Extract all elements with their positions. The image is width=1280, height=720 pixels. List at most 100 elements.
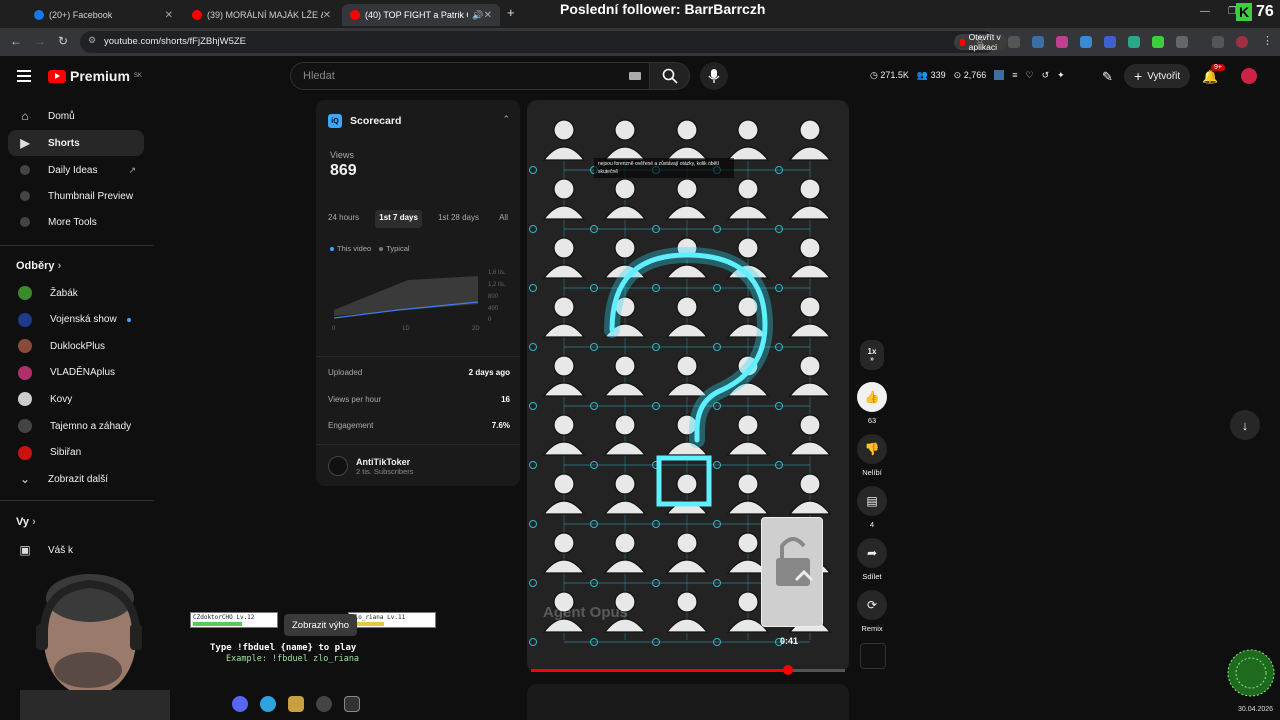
legend-dot <box>379 247 384 252</box>
create-label: Vytvořit <box>1147 70 1181 82</box>
next-short-preview[interactable] <box>527 684 849 720</box>
comments-button[interactable]: ▤ 4 <box>856 486 888 529</box>
address-bar[interactable]: ⚙ youtube.com/shorts/fFjZBhjW5ZE Otevřít… <box>80 31 1008 53</box>
new-tab-button[interactable]: + <box>507 5 515 20</box>
progress-scrubber[interactable] <box>783 665 794 675</box>
url-text[interactable]: youtube.com/shorts/fFjZBhjW5ZE <box>104 36 246 47</box>
tab-1st-7-days[interactable]: 1st 7 days <box>375 210 422 228</box>
sidebar-item-thumbnail-preview[interactable]: Thumbnail Preview <box>8 183 144 209</box>
search-button[interactable] <box>650 62 690 90</box>
you-header[interactable]: Vy › <box>16 516 36 528</box>
sidebar-channel-item[interactable]: Kovy <box>8 386 144 412</box>
video-progress-bar[interactable] <box>531 669 845 672</box>
dislike-button[interactable]: 👎 Nelíbí <box>856 434 888 477</box>
close-tab-icon[interactable]: ✕ <box>323 10 331 21</box>
extension-icon[interactable] <box>1056 36 1068 48</box>
tab-moralni-majak[interactable]: (39) MORÁLNÍ MAJÁK LŽE & Z/ ✕ <box>184 4 339 26</box>
sidebar-channel-item[interactable]: Sibiřan <box>8 440 144 466</box>
sidebar-channel-item[interactable]: Tajemno a záhady <box>8 413 144 439</box>
voice-search-button[interactable] <box>700 62 728 90</box>
lightbulb-icon[interactable]: ♡ <box>1025 70 1033 81</box>
extensions-puzzle-icon[interactable] <box>1176 36 1188 48</box>
bookmark-star-icon[interactable]: ☆ <box>975 34 985 47</box>
notifications-button[interactable]: 🔔 9+ <box>1202 64 1225 86</box>
menu-icon[interactable] <box>17 70 31 82</box>
vidiq-icon[interactable] <box>994 70 1005 80</box>
sidebar-channel-item[interactable]: VLADĚNAplus <box>8 360 144 386</box>
remix-button[interactable]: ⟳ Remix <box>856 590 888 633</box>
sidebar-item-label: Tajemno a záhady <box>50 420 132 432</box>
reload-icon[interactable]: ↻ <box>58 34 68 48</box>
kick-extension-icon[interactable] <box>1152 36 1164 48</box>
scorecard-header[interactable]: iQ Scorecard <box>328 114 401 128</box>
like-button[interactable]: 👍 63 <box>856 382 888 425</box>
create-video-icon[interactable]: ✎ <box>1102 69 1113 85</box>
sidebar-channel-item[interactable]: DuklockPlus <box>8 333 144 359</box>
tab-facebook[interactable]: (20+) Facebook ✕ <box>26 4 181 26</box>
sparkle-icon[interactable]: ✦ <box>1057 70 1065 81</box>
extension-icon[interactable] <box>1008 36 1020 48</box>
home-icon: ⌂ <box>21 109 29 123</box>
sidebar-item-label: Kovy <box>50 393 73 405</box>
tab-all[interactable]: All <box>495 210 512 228</box>
vidiq-icon: iQ <box>328 114 342 128</box>
youtube-premium-logo[interactable]: Premium SK <box>48 68 142 84</box>
tab-1st-28-days[interactable]: 1st 28 days <box>434 210 483 228</box>
edge-icon[interactable] <box>260 696 276 712</box>
tab-top-fight[interactable]: (40) TOP FIGHT a Patrik Go 🔊 ✕ <box>342 4 500 26</box>
scorecard-channel[interactable]: AntiTikToker 2 tis. Subscribers <box>328 456 414 476</box>
tab-24-hours[interactable]: 24 hours <box>324 210 363 228</box>
chevron-up-icon[interactable]: ⌃ <box>502 114 510 125</box>
account-avatar[interactable] <box>1241 68 1257 84</box>
more-menu-icon[interactable]: ⋮ <box>1262 34 1273 47</box>
views-value: 869 <box>330 162 357 179</box>
silhouette-head <box>799 178 821 200</box>
back-icon[interactable]: ← <box>10 34 22 48</box>
audio-playing-icon[interactable]: 🔊 <box>472 10 483 21</box>
search-input[interactable]: Hledat <box>290 62 650 90</box>
sidebar-channel-item[interactable]: Vojenská show <box>8 307 144 333</box>
extension-icon[interactable] <box>1080 36 1092 48</box>
reading-list-icon[interactable] <box>1212 36 1224 48</box>
channel-avatar <box>18 392 32 407</box>
list-icon[interactable]: ≡ <box>1012 70 1017 81</box>
sidebar-item-home[interactable]: ⌂ Domů <box>8 103 144 129</box>
sidebar-channel-item[interactable]: Žabák <box>8 280 144 306</box>
you-header-label: Vy <box>16 516 30 528</box>
extension-icon[interactable] <box>1032 36 1044 48</box>
folder-icon[interactable] <box>288 696 304 712</box>
forward-icon[interactable]: → <box>34 34 46 48</box>
sidebar-item-shorts[interactable]: ▶ Shorts <box>8 130 144 156</box>
progress-fill <box>531 669 789 672</box>
views-stat-value: 271.5K <box>880 70 909 80</box>
sidebar-item-daily-ideas[interactable]: Daily Ideas ↗ <box>8 157 144 183</box>
obs-icon[interactable] <box>316 696 332 712</box>
vidiq-tool-icon <box>20 165 30 175</box>
channel-thumbnail[interactable] <box>860 643 886 669</box>
extension-icon[interactable] <box>1104 36 1116 48</box>
next-short-button[interactable]: ↓ <box>1230 410 1260 440</box>
share-icon: ➦ <box>857 538 887 568</box>
silhouette-head <box>676 591 698 613</box>
stream-last-follower: Poslední follower: BarrBarrczh <box>560 1 766 17</box>
site-info-icon[interactable]: ⚙ <box>88 35 96 46</box>
share-button[interactable]: ➦ Sdílet <box>856 538 888 581</box>
keyboard-icon[interactable] <box>629 72 641 80</box>
app-icon[interactable] <box>344 696 360 712</box>
create-button[interactable]: + Vytvořit <box>1124 64 1191 88</box>
refresh-icon[interactable]: ↺ <box>1042 70 1050 81</box>
close-tab-icon[interactable]: ✕ <box>165 10 173 21</box>
discord-icon[interactable] <box>232 696 248 712</box>
subscriptions-header[interactable]: Odběry › <box>16 260 61 272</box>
y-tick-label: 800 <box>488 294 499 300</box>
sidebar-show-more[interactable]: ⌄ Zobrazit další <box>8 466 144 492</box>
sidebar-item-more-tools[interactable]: More Tools <box>8 209 144 235</box>
playback-speed-button[interactable]: 1x » <box>860 340 884 370</box>
profile-avatar[interactable] <box>1236 36 1248 48</box>
hover-tooltip: Zobrazit výho <box>284 614 358 636</box>
close-tab-icon[interactable]: ✕ <box>484 10 492 21</box>
silhouette-body <box>542 500 586 515</box>
subs-stat-value: 339 <box>930 70 946 80</box>
extension-icon[interactable] <box>1128 36 1140 48</box>
minimize-icon[interactable]: — <box>1200 6 1210 17</box>
